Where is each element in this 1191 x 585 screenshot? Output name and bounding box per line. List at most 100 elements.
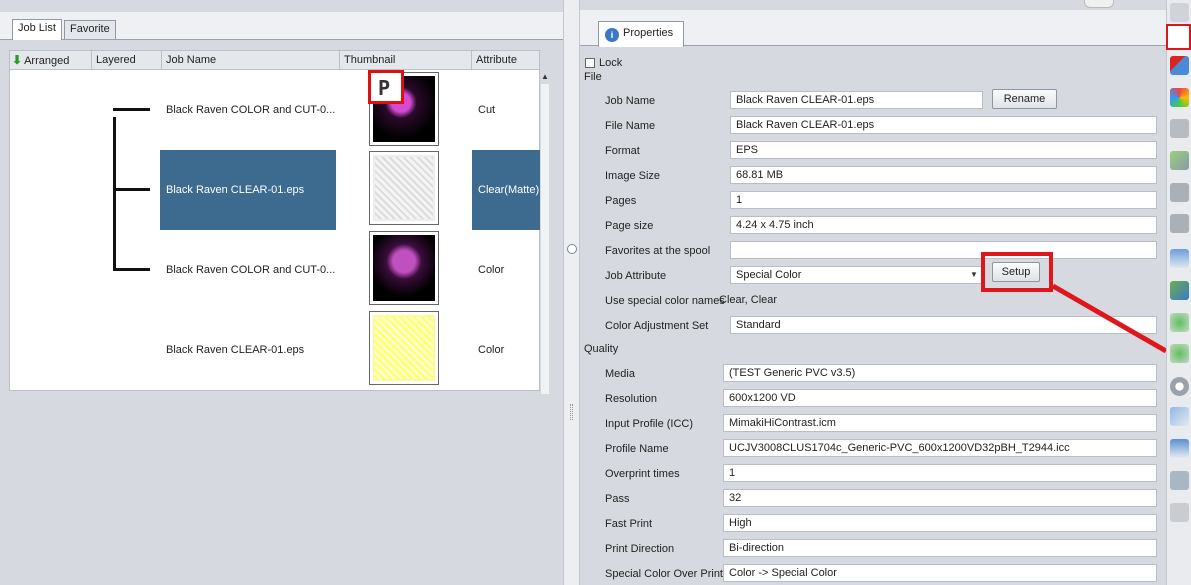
panel-splitter[interactable] <box>563 0 580 585</box>
job-row-2-thumbnail[interactable] <box>369 151 439 225</box>
target-icon[interactable] <box>1170 377 1189 396</box>
label-special-color-over-print: Special Color Over Print <box>605 568 723 580</box>
label-image-size: Image Size <box>605 170 661 182</box>
tab-properties-label: Properties <box>623 27 674 39</box>
job-row-3-thumbnail[interactable] <box>369 231 439 305</box>
raster-icon[interactable] <box>1170 151 1189 170</box>
image-size-field[interactable]: 68.81 MB <box>730 166 1157 184</box>
rename-button[interactable]: Rename <box>992 89 1057 109</box>
tree-connector-row-3 <box>113 268 150 271</box>
pass-field[interactable]: 32 <box>723 489 1157 507</box>
media-field[interactable]: (TEST Generic PVC v3.5) <box>723 364 1157 382</box>
cut-icon[interactable] <box>1170 214 1189 233</box>
thumbnail-image <box>373 235 435 301</box>
thumbnail-image <box>373 315 435 381</box>
label-job-name: Job Name <box>605 95 656 107</box>
label-print-direction: Print Direction <box>605 543 675 555</box>
input-profile-field[interactable]: MimakiHiContrast.icm <box>723 414 1157 432</box>
column-arranged-label: Arranged <box>24 55 70 67</box>
special-color-over-print-field[interactable]: Color -> Special Color <box>723 564 1157 582</box>
file-name-field[interactable]: Black Raven CLEAR-01.eps <box>730 116 1157 134</box>
job-row-2-name[interactable]: Black Raven CLEAR-01.eps <box>166 184 304 196</box>
format-field[interactable]: EPS <box>730 141 1157 159</box>
job-grid-header: ⬇ Arranged Layered Job Name Thumbnail Att… <box>9 50 540 70</box>
label-color-adjustment: Color Adjustment Set <box>605 320 709 332</box>
label-special-color-names: Use special color names <box>605 295 725 307</box>
label-format: Format <box>605 145 640 157</box>
color-icon[interactable] <box>1170 88 1189 107</box>
tab-favorite[interactable]: Favorite <box>64 20 116 39</box>
job-name-field[interactable]: Black Raven CLEAR-01.eps <box>730 91 983 109</box>
move-icon[interactable] <box>1170 281 1189 300</box>
column-thumbnail[interactable]: Thumbnail <box>340 51 472 69</box>
lock-checkbox-row[interactable]: Lock <box>583 56 1157 70</box>
label-page-size: Page size <box>605 220 654 232</box>
cut-marker-icon: P <box>368 70 404 104</box>
add-icon[interactable] <box>1170 344 1189 363</box>
splitter-knob-icon[interactable] <box>567 244 577 254</box>
job-row-3-name[interactable]: Black Raven COLOR and CUT-0... <box>166 264 335 276</box>
job-row-4-attribute: Color <box>478 344 505 356</box>
column-layered[interactable]: Layered <box>92 51 162 69</box>
tree-connector-vertical <box>113 117 116 269</box>
job-row-4-thumbnail[interactable] <box>369 311 439 385</box>
fast-print-field[interactable]: High <box>723 514 1157 532</box>
highlight-box <box>981 252 1053 292</box>
blank-top-icon[interactable] <box>1170 3 1189 22</box>
column-arranged[interactable]: ⬇ Arranged <box>10 51 92 69</box>
label-media: Media <box>605 368 635 380</box>
tree-connector-row-1 <box>113 108 150 111</box>
label-resolution: Resolution <box>605 393 657 405</box>
copy-icon[interactable] <box>1170 407 1189 426</box>
chevron-down-icon[interactable]: ▼ <box>970 269 980 281</box>
properties-tabbar: i Properties <box>580 10 1166 47</box>
window-handle[interactable] <box>1084 0 1114 8</box>
split-icon[interactable] <box>1170 439 1189 458</box>
print-icon[interactable] <box>1170 183 1189 202</box>
job-grid-empty-area <box>9 390 540 585</box>
label-job-attribute: Job Attribute <box>605 270 667 282</box>
lock-checkbox[interactable] <box>585 58 595 68</box>
tree-connector-row-2 <box>113 188 150 191</box>
label-fast-print: Fast Print <box>605 518 653 530</box>
overprint-times-field[interactable]: 1 <box>723 464 1157 482</box>
column-job-name[interactable]: Job Name <box>162 51 340 69</box>
page-size-field[interactable]: 4.24 x 4.75 inch <box>730 216 1157 234</box>
scroll-up-arrow-icon[interactable]: ▲ <box>541 72 549 82</box>
job-row-1-name[interactable]: Black Raven COLOR and CUT-0... <box>166 104 335 116</box>
label-pages: Pages <box>605 195 637 207</box>
trash-icon[interactable] <box>1170 471 1189 490</box>
job-row-2-attribute: Clear(Matte) <box>478 184 540 196</box>
label-pass: Pass <box>605 493 630 505</box>
column-attribute[interactable]: Attribute <box>472 51 539 69</box>
pages-field[interactable]: 1 <box>730 191 1157 209</box>
thumbnail-image <box>373 155 435 221</box>
tab-job-list[interactable]: Job List <box>12 19 62 40</box>
blank-icon[interactable] <box>1170 119 1189 138</box>
favorites-spool-field[interactable] <box>730 241 1157 259</box>
layout-icon[interactable] <box>1170 56 1189 75</box>
sort-down-arrow-icon: ⬇ <box>12 53 23 67</box>
section-file: File <box>584 71 602 83</box>
active-tool-highlight <box>1166 24 1191 50</box>
favorite-icon[interactable] <box>1170 313 1189 332</box>
resolution-field[interactable]: 600x1200 VD <box>723 389 1157 407</box>
label-favorites-spool: Favorites at the spool <box>605 245 711 257</box>
print-direction-field[interactable]: Bi-direction <box>723 539 1157 557</box>
label-profile-name: Profile Name <box>605 443 669 455</box>
color-adjustment-field[interactable]: Standard <box>730 316 1157 334</box>
tab-properties[interactable]: i Properties <box>598 21 684 47</box>
left-tabbar: Job List Favorite <box>0 12 563 40</box>
job-grid-scrollbar[interactable] <box>541 84 549 394</box>
section-quality: Quality <box>584 343 619 355</box>
job-attribute-select[interactable]: Special Color ▼ <box>730 266 983 284</box>
label-file-name: File Name <box>605 120 656 132</box>
info-icon: i <box>605 28 619 42</box>
right-toolbar <box>1166 0 1191 585</box>
queue-icon[interactable] <box>1170 249 1189 268</box>
help-icon[interactable] <box>1170 503 1189 522</box>
splitter-grip-icon[interactable] <box>570 404 573 420</box>
profile-name-field[interactable]: UCJV3008CLUS1704c_Generic-PVC_600x1200VD… <box>723 439 1157 457</box>
job-row-1-attribute: Cut <box>478 104 496 116</box>
job-row-4-name[interactable]: Black Raven CLEAR-01.eps <box>166 344 304 356</box>
